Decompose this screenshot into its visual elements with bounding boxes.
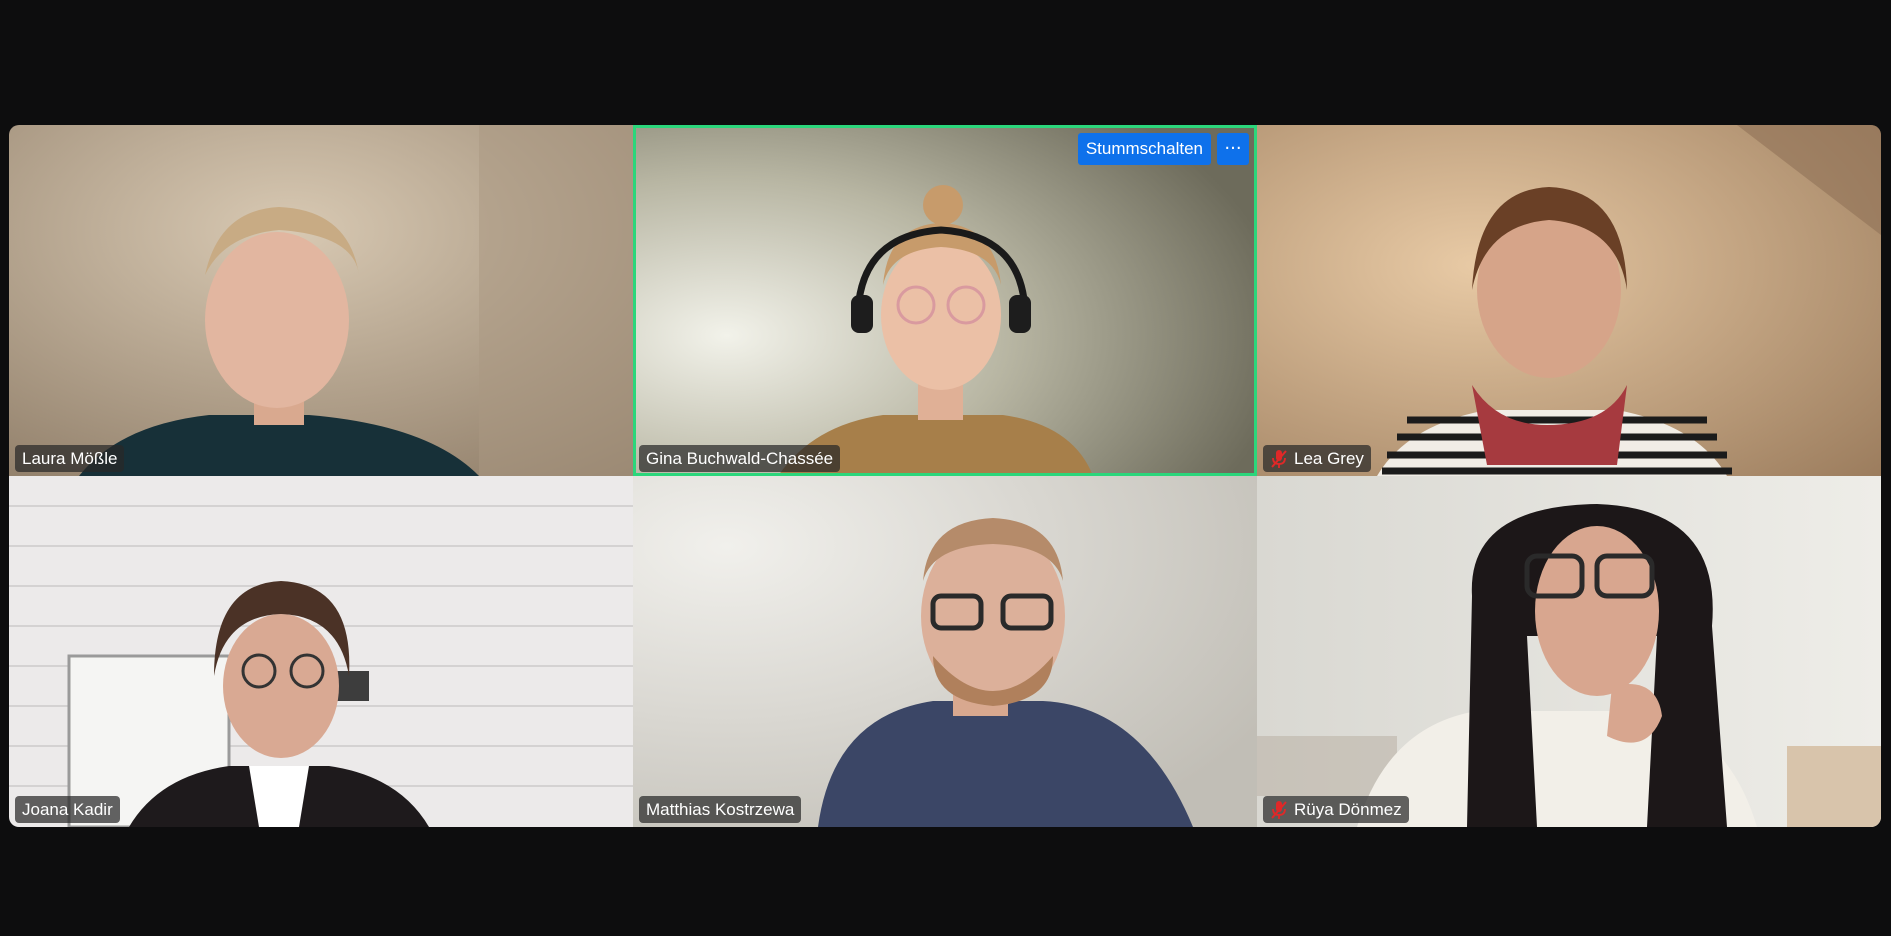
participant-name: Gina Buchwald-Chassée bbox=[646, 449, 834, 468]
video-feed bbox=[9, 476, 633, 827]
meeting-gallery-view: Laura Mößle Stummschalten ··· Gina Buchw… bbox=[0, 0, 1891, 936]
participant-name-tag: Lea Grey bbox=[1263, 445, 1371, 472]
microphone-off-icon bbox=[1271, 449, 1287, 468]
video-tile-lea[interactable]: Lea Grey bbox=[1257, 125, 1881, 476]
video-feed bbox=[633, 476, 1257, 827]
video-feed bbox=[1257, 125, 1881, 476]
video-grid: Laura Mößle Stummschalten ··· Gina Buchw… bbox=[9, 125, 1881, 827]
participant-name-tag: Rüya Dönmez bbox=[1263, 796, 1409, 823]
participant-name: Lea Grey bbox=[1294, 449, 1364, 468]
participant-name-tag: Joana Kadir bbox=[15, 796, 120, 823]
video-feed bbox=[633, 125, 1257, 476]
video-tile-matthias[interactable]: Matthias Kostrzewa bbox=[633, 476, 1257, 827]
participant-name-tag: Laura Mößle bbox=[15, 445, 125, 472]
video-tile-joana[interactable]: Joana Kadir bbox=[9, 476, 633, 827]
more-options-button[interactable]: ··· bbox=[1217, 133, 1249, 165]
video-feed bbox=[9, 125, 633, 476]
participant-name: Joana Kadir bbox=[22, 800, 113, 819]
video-tile-gina[interactable]: Stummschalten ··· Gina Buchwald-Chassée bbox=[633, 125, 1257, 476]
video-feed bbox=[1257, 476, 1881, 827]
video-tile-ruya[interactable]: Rüya Dönmez bbox=[1257, 476, 1881, 827]
participant-name-tag: Matthias Kostrzewa bbox=[639, 796, 802, 823]
participant-name: Rüya Dönmez bbox=[1294, 800, 1402, 819]
microphone-off-icon bbox=[1271, 800, 1287, 819]
participant-name: Matthias Kostrzewa bbox=[646, 800, 795, 819]
tile-actions: Stummschalten ··· bbox=[1077, 133, 1249, 165]
participant-name: Laura Mößle bbox=[22, 449, 118, 468]
participant-name-tag: Gina Buchwald-Chassée bbox=[639, 445, 841, 472]
video-tile-laura[interactable]: Laura Mößle bbox=[9, 125, 633, 476]
mute-participant-button[interactable]: Stummschalten bbox=[1077, 133, 1211, 165]
